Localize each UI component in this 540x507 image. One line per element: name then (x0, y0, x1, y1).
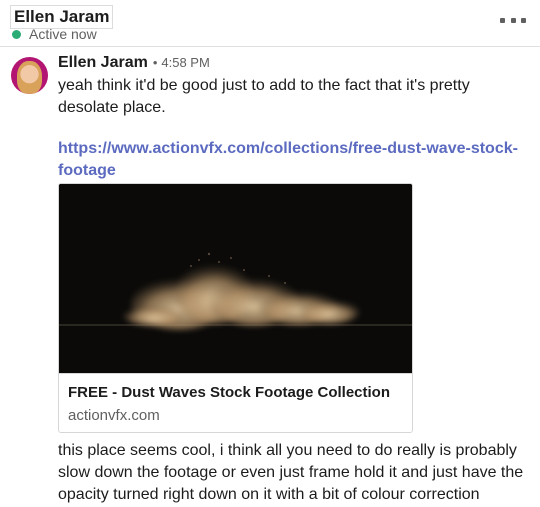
message-header: Ellen Jaram • 4:58 PM (58, 54, 210, 76)
link-preview-title[interactable]: FREE - Dust Waves Stock Footage Collecti… (68, 384, 390, 401)
message-link[interactable]: https://www.actionvfx.com/collections/fr… (58, 138, 533, 182)
message-timestamp[interactable]: 4:58 PM (161, 55, 209, 70)
link-preview-image[interactable] (59, 184, 412, 373)
message-author[interactable]: Ellen Jaram (58, 54, 148, 72)
message-text: yeah think it'd be good just to add to t… (58, 77, 470, 116)
link-preview-text[interactable]: FREE - Dust Waves Stock Footage Collecti… (59, 373, 412, 432)
status-text: Active now (29, 26, 97, 42)
more-dot (521, 17, 526, 23)
link-preview-domain: actionvfx.com (68, 407, 160, 424)
avatar[interactable] (11, 57, 48, 94)
active-status-icon (12, 29, 21, 39)
message-text: this place seems cool, i think all you n… (58, 442, 524, 503)
conversation-header: Ellen Jaram Active now (0, 0, 540, 47)
dust-wave-image (59, 184, 412, 373)
link-preview-card[interactable]: FREE - Dust Waves Stock Footage Collecti… (58, 183, 413, 433)
more-options-icon[interactable] (500, 12, 526, 28)
more-dot (510, 17, 516, 23)
avatar-photo (17, 61, 42, 94)
more-dot (500, 17, 505, 23)
presence-status: Active now (12, 26, 97, 42)
message-separator: • (152, 55, 158, 70)
